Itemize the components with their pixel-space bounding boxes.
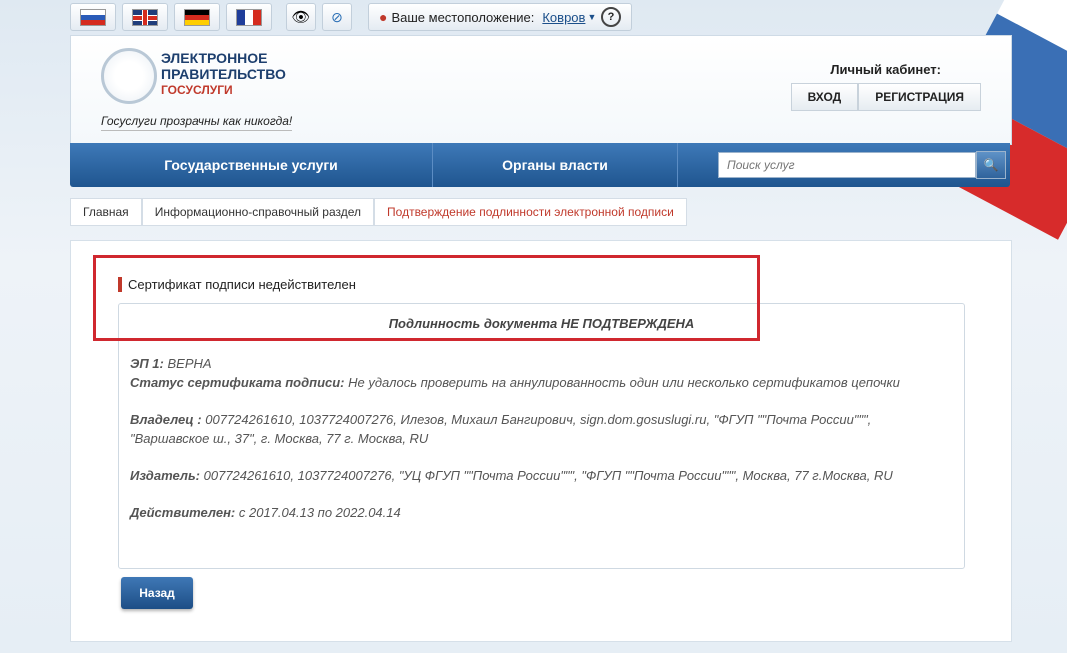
russia-flag-icon — [80, 8, 106, 26]
issuer-value: 007724261610, 1037724007276, "УЦ ФГУП ""… — [203, 468, 893, 483]
lang-de-button[interactable] — [174, 3, 220, 31]
certificate-info: ЭП 1: ВЕРНА Статус сертификата подписи: … — [130, 354, 950, 540]
accessibility-button[interactable]: 👁 — [286, 3, 316, 31]
slogan: Госуслуги прозрачны как никогда! — [101, 114, 293, 131]
back-button[interactable]: Назад — [121, 577, 193, 609]
cabinet-label: Личный кабинет: — [830, 62, 941, 77]
owner-value: 007724261610, 1037724007276, Илезов, Мих… — [130, 412, 872, 446]
ep-label: ЭП 1: — [130, 356, 164, 371]
lang-fr-button[interactable] — [226, 3, 272, 31]
issuer-label: Издатель: — [130, 468, 200, 483]
gosuslugi-logo-icon[interactable] — [101, 48, 157, 104]
uk-flag-icon — [132, 8, 158, 26]
location-label: Ваше местоположение: — [391, 9, 535, 25]
compass-icon: ⊘ — [331, 8, 343, 25]
issuer-row: Издатель: 007724261610, 1037724007276, "… — [130, 466, 950, 485]
nav-authorities[interactable]: Органы власти — [433, 143, 678, 187]
breadcrumb: Главная Информационно-справочный раздел … — [70, 198, 687, 226]
main-content: Сертификат подписи недействителен Подлин… — [70, 240, 1012, 642]
breadcrumb-info-section[interactable]: Информационно-справочный раздел — [141, 198, 375, 226]
location-pin-icon: ● — [379, 9, 388, 25]
register-button[interactable]: РЕГИСТРАЦИЯ — [858, 83, 981, 111]
location-selector[interactable]: ● Ваше местоположение: Ковров ▼ ? — [368, 3, 632, 31]
valid-row: Действителен: с 2017.04.13 по 2022.04.14 — [130, 503, 950, 522]
search-input[interactable] — [718, 152, 976, 178]
france-flag-icon — [236, 8, 262, 26]
auth-buttons: ВХОД РЕГИСТРАЦИЯ — [790, 83, 981, 111]
help-icon[interactable]: ? — [601, 7, 621, 27]
site-header: ЭЛЕКТРОННОЕ ПРАВИТЕЛЬСТВО ГОСУСЛУГИ Госу… — [70, 35, 1012, 145]
eye-icon: 👁 — [291, 9, 311, 26]
logo-line-3: ГОСУСЛУГИ — [161, 83, 233, 97]
site-logo-text[interactable]: ЭЛЕКТРОННОЕ ПРАВИТЕЛЬСТВО ГОСУСЛУГИ — [161, 50, 286, 98]
owner-row: Владелец : 007724261610, 1037724007276, … — [130, 410, 950, 448]
main-nav: Государственные услуги Органы власти 🔍 — [70, 143, 1010, 187]
search-button[interactable]: 🔍 — [976, 151, 1006, 179]
valid-value: с 2017.04.13 по 2022.04.14 — [238, 505, 401, 520]
lang-en-button[interactable] — [122, 3, 168, 31]
red-highlight-frame — [93, 255, 760, 341]
result-box: Подлинность документа НЕ ПОДТВЕРЖДЕНА ЭП… — [118, 303, 965, 569]
ep-row: ЭП 1: ВЕРНА — [130, 354, 950, 373]
germany-flag-icon — [184, 8, 210, 26]
language-bar: 👁 ⊘ — [70, 3, 352, 33]
logo-line-2: ПРАВИТЕЛЬСТВО — [161, 66, 286, 82]
location-city-link[interactable]: Ковров — [542, 10, 585, 25]
cert-status-value: Не удалось проверить на аннулированность… — [348, 375, 900, 390]
breadcrumb-current: Подтверждение подлинности электронной по… — [374, 198, 687, 226]
owner-label: Владелец : — [130, 412, 202, 427]
search-area: 🔍 — [678, 143, 1010, 187]
logo-line-1: ЭЛЕКТРОННОЕ — [161, 50, 268, 66]
nav-gov-services[interactable]: Государственные услуги — [70, 143, 433, 187]
login-button[interactable]: ВХОД — [790, 83, 859, 111]
cert-status-row: Статус сертификата подписи: Не удалось п… — [130, 373, 950, 392]
valid-label: Действителен: — [130, 505, 236, 520]
search-icon: 🔍 — [983, 158, 999, 172]
breadcrumb-home[interactable]: Главная — [70, 198, 142, 226]
ep-value: ВЕРНА — [167, 356, 212, 371]
compass-button[interactable]: ⊘ — [322, 3, 352, 31]
lang-ru-button[interactable] — [70, 3, 116, 31]
chevron-down-icon: ▼ — [587, 12, 597, 22]
cert-status-label: Статус сертификата подписи: — [130, 375, 345, 390]
